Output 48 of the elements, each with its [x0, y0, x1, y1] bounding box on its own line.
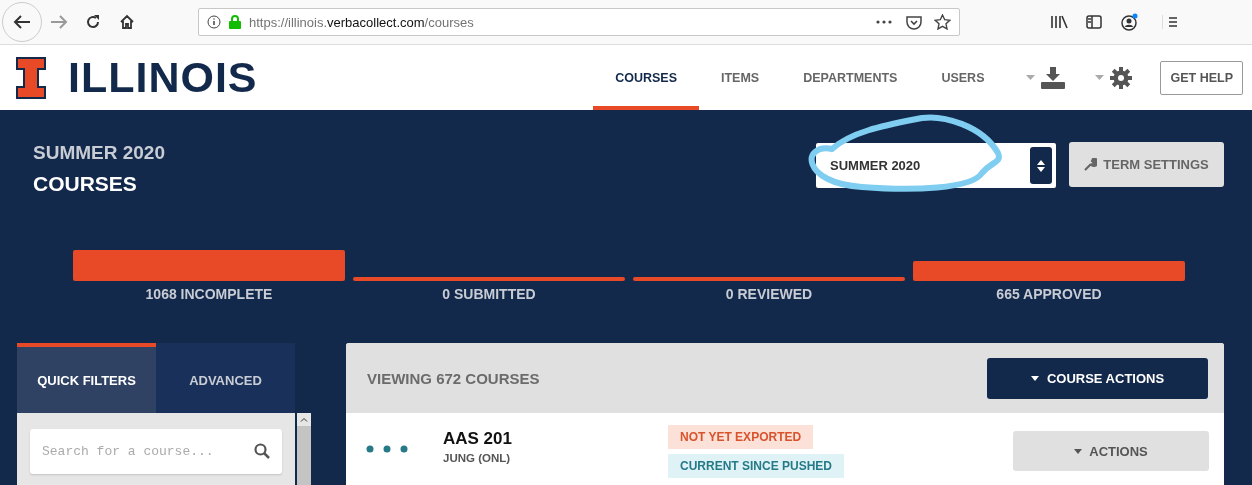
sidebar-icon[interactable]: [1086, 15, 1102, 29]
site-logo-text: ILLINOIS: [68, 53, 258, 102]
back-arrow-icon: [12, 14, 32, 30]
search-field[interactable]: Search for a course...: [30, 429, 282, 474]
scrollbar[interactable]: [297, 413, 311, 485]
block-i-logo-icon: [16, 56, 46, 99]
menu-icon[interactable]: [1162, 15, 1177, 29]
scroll-up-icon[interactable]: [300, 417, 308, 422]
reload-button[interactable]: [85, 14, 101, 30]
url-text: https://illinois.verbacollect.com/courses: [249, 14, 475, 30]
page-title: COURSES: [33, 172, 138, 196]
more-icon[interactable]: [366, 445, 410, 453]
search-icon[interactable]: [254, 443, 270, 459]
address-bar[interactable]: https://illinois.verbacollect.com/courses: [198, 8, 960, 36]
more-icon[interactable]: [876, 20, 892, 24]
sort-arrows-icon: [1037, 159, 1045, 172]
home-button[interactable]: [119, 14, 135, 30]
nav-tab[interactable]: DEPARTMENTS: [781, 45, 920, 110]
courses-count-heading: VIEWING 672 COURSES: [367, 369, 540, 387]
status-label: 665 APPROVED: [996, 286, 1102, 302]
nav-tab[interactable]: USERS: [919, 45, 1007, 110]
course-code[interactable]: AAS 201: [443, 429, 668, 449]
filter-tab[interactable]: ADVANCED: [156, 343, 295, 413]
actions-button[interactable]: ACTIONS: [1013, 431, 1209, 471]
download-icon[interactable]: [1041, 66, 1066, 89]
status-label: 1068 INCOMPLETE: [145, 286, 273, 302]
info-icon[interactable]: [207, 15, 221, 29]
lock-icon: [229, 15, 241, 29]
forward-button[interactable]: [50, 15, 68, 29]
caret-icon: [1030, 375, 1039, 381]
status-tag: NOT YET EXPORTED: [668, 425, 814, 449]
course-instructor: JUNG (ONL): [443, 452, 512, 464]
account-icon[interactable]: [1120, 13, 1138, 31]
filter-tab[interactable]: QUICK FILTERS: [17, 343, 156, 413]
status-label: 0 REVIEWED: [725, 286, 813, 302]
library-icon[interactable]: [1050, 15, 1068, 29]
pocket-icon[interactable]: [906, 14, 922, 30]
settings-icon[interactable]: [1110, 66, 1133, 89]
term-settings-button[interactable]: TERM SETTINGS: [1069, 142, 1224, 187]
wrench-icon: [1084, 158, 1098, 171]
star-icon[interactable]: [934, 14, 951, 30]
status-label: 0 SUBMITTED: [442, 286, 536, 302]
caret-icon: [1074, 448, 1083, 454]
course-actions-button[interactable]: COURSE ACTIONS: [987, 357, 1208, 399]
get-help-button[interactable]: GET HELP: [1160, 60, 1243, 95]
nav-tab[interactable]: ITEMS: [699, 45, 782, 110]
status-tag: CURRENT SINCE PUSHED: [668, 454, 844, 478]
term-label: SUMMER 2020: [33, 142, 165, 164]
